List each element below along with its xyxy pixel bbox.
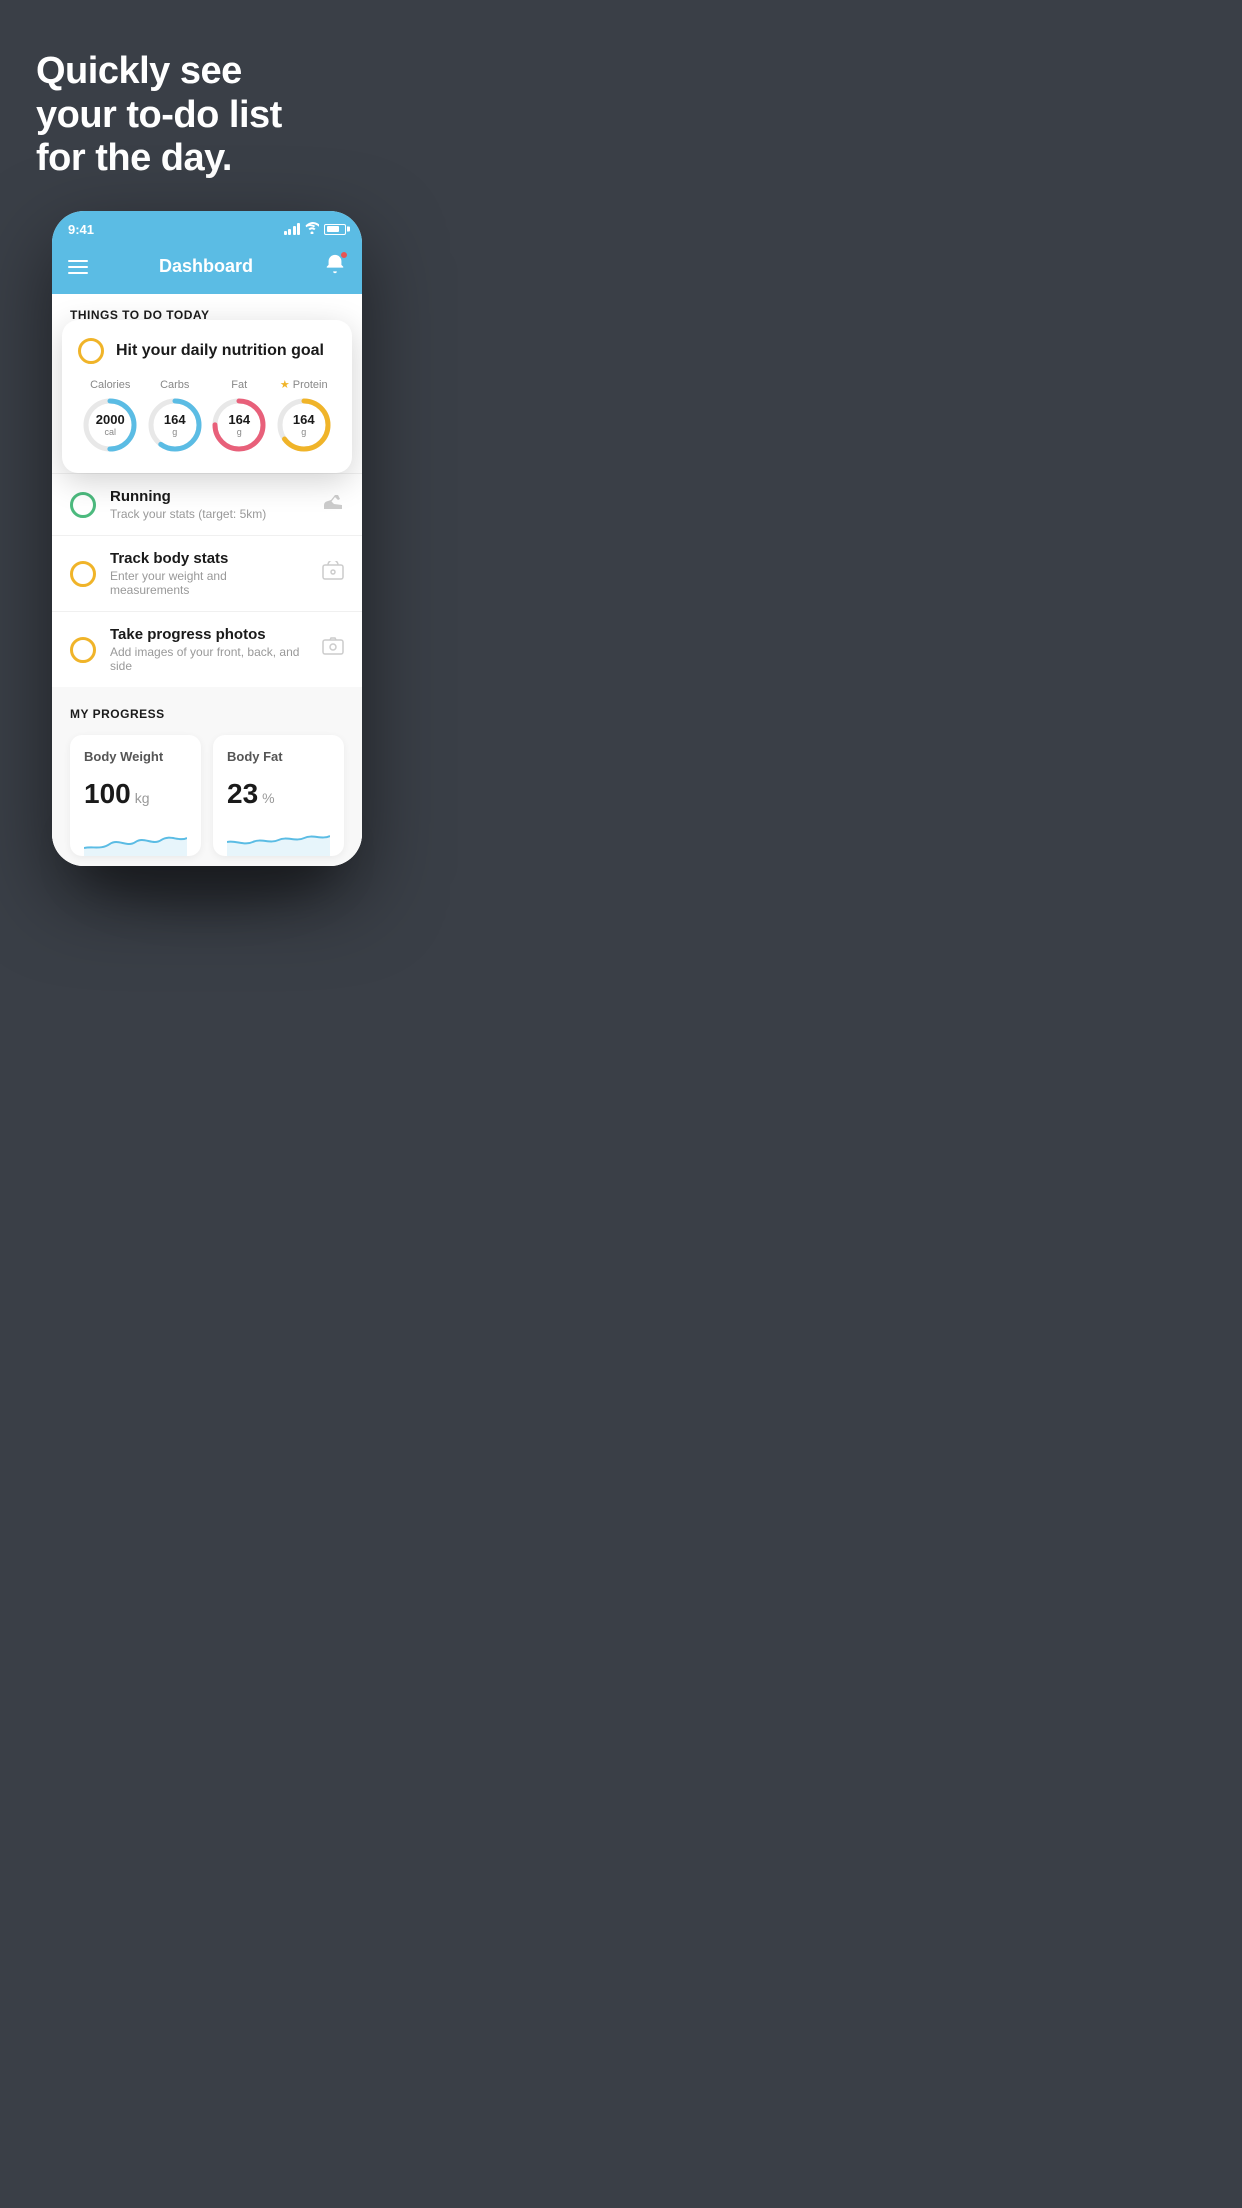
fat-ring: 164 g bbox=[209, 395, 269, 455]
body-stats-radio[interactable] bbox=[70, 561, 96, 587]
status-time: 9:41 bbox=[68, 222, 94, 237]
photos-radio[interactable] bbox=[70, 637, 96, 663]
protein-ring: 164 g bbox=[274, 395, 334, 455]
body-weight-card-title: Body Weight bbox=[84, 749, 187, 764]
body-fat-card: Body Fat 23 % bbox=[213, 735, 344, 856]
signal-icon bbox=[284, 223, 301, 235]
nutrition-item-carbs: Carbs 164 g bbox=[145, 379, 205, 455]
body-weight-card: Body Weight 100 kg bbox=[70, 735, 201, 856]
body-stats-subtitle: Enter your weight and measurements bbox=[110, 569, 308, 597]
list-item-body-stats[interactable]: Track body stats Enter your weight and m… bbox=[52, 535, 362, 611]
calories-value: 2000 bbox=[96, 412, 125, 426]
scale-icon bbox=[322, 561, 344, 587]
wifi-icon bbox=[305, 222, 319, 237]
phone-mockup: 9:41 bbox=[52, 211, 362, 866]
body-weight-value-row: 100 kg bbox=[84, 778, 187, 810]
nutrition-card: Hit your daily nutrition goal Calories bbox=[62, 320, 352, 473]
body-fat-unit: % bbox=[262, 790, 274, 806]
star-icon: ★ bbox=[280, 378, 290, 391]
carbs-unit: g bbox=[164, 427, 186, 437]
nutrition-card-title: Hit your daily nutrition goal bbox=[116, 342, 324, 360]
progress-section: MY PROGRESS Body Weight 100 kg bbox=[52, 687, 362, 866]
status-bar: 9:41 bbox=[52, 211, 362, 243]
progress-cards: Body Weight 100 kg bbox=[70, 735, 344, 856]
calories-label: Calories bbox=[90, 379, 130, 391]
todo-list: Running Track your stats (target: 5km) bbox=[52, 473, 362, 687]
protein-label: ★ Protein bbox=[280, 378, 328, 391]
fat-unit: g bbox=[228, 427, 250, 437]
app-title: Dashboard bbox=[159, 256, 253, 277]
background: Quickly see your to-do list for the day.… bbox=[0, 0, 414, 946]
status-icons bbox=[284, 222, 347, 237]
list-item-running[interactable]: Running Track your stats (target: 5km) bbox=[52, 473, 362, 535]
nutrition-card-title-row: Hit your daily nutrition goal bbox=[78, 338, 336, 364]
photos-title: Take progress photos bbox=[110, 626, 308, 643]
hero-section: Quickly see your to-do list for the day. bbox=[0, 0, 414, 211]
shoe-icon bbox=[322, 493, 344, 517]
hero-heading: Quickly see your to-do list for the day. bbox=[36, 50, 378, 181]
body-weight-value: 100 bbox=[84, 778, 131, 810]
body-fat-chart bbox=[227, 820, 330, 856]
photos-text: Take progress photos Add images of your … bbox=[110, 626, 308, 673]
body-stats-text: Track body stats Enter your weight and m… bbox=[110, 550, 308, 597]
nutrition-row: Calories 2000 cal bbox=[78, 378, 336, 455]
protein-value: 164 bbox=[293, 413, 315, 427]
body-fat-value-row: 23 % bbox=[227, 778, 330, 810]
carbs-ring: 164 g bbox=[145, 395, 205, 455]
app-header: Dashboard bbox=[52, 243, 362, 294]
body-weight-chart bbox=[84, 820, 187, 856]
calories-unit: cal bbox=[96, 427, 125, 437]
running-radio[interactable] bbox=[70, 492, 96, 518]
phone-content: THINGS TO DO TODAY Hit your daily nutrit… bbox=[52, 294, 362, 866]
calories-ring: 2000 cal bbox=[80, 395, 140, 455]
body-weight-unit: kg bbox=[135, 790, 150, 806]
battery-icon bbox=[324, 224, 346, 235]
running-text: Running Track your stats (target: 5km) bbox=[110, 488, 308, 521]
photos-subtitle: Add images of your front, back, and side bbox=[110, 645, 308, 673]
body-fat-card-title: Body Fat bbox=[227, 749, 330, 764]
nutrition-item-protein: ★ Protein 164 g bbox=[274, 378, 334, 455]
nutrition-item-fat: Fat 164 g bbox=[209, 379, 269, 455]
menu-icon[interactable] bbox=[68, 260, 88, 274]
carbs-value: 164 bbox=[164, 412, 186, 426]
protein-unit: g bbox=[293, 427, 315, 437]
running-subtitle: Track your stats (target: 5km) bbox=[110, 507, 308, 521]
carbs-label: Carbs bbox=[160, 379, 189, 391]
progress-title: MY PROGRESS bbox=[70, 707, 344, 721]
bell-icon[interactable] bbox=[324, 253, 346, 280]
body-stats-title: Track body stats bbox=[110, 550, 308, 567]
nutrition-radio[interactable] bbox=[78, 338, 104, 364]
nutrition-item-calories: Calories 2000 cal bbox=[80, 379, 140, 455]
body-fat-value: 23 bbox=[227, 778, 258, 810]
photo-icon bbox=[322, 637, 344, 663]
running-title: Running bbox=[110, 488, 308, 505]
phone-wrapper: 9:41 bbox=[0, 211, 414, 906]
notification-dot bbox=[340, 251, 348, 259]
fat-label: Fat bbox=[231, 379, 247, 391]
fat-value: 164 bbox=[228, 412, 250, 426]
list-item-photos[interactable]: Take progress photos Add images of your … bbox=[52, 611, 362, 687]
